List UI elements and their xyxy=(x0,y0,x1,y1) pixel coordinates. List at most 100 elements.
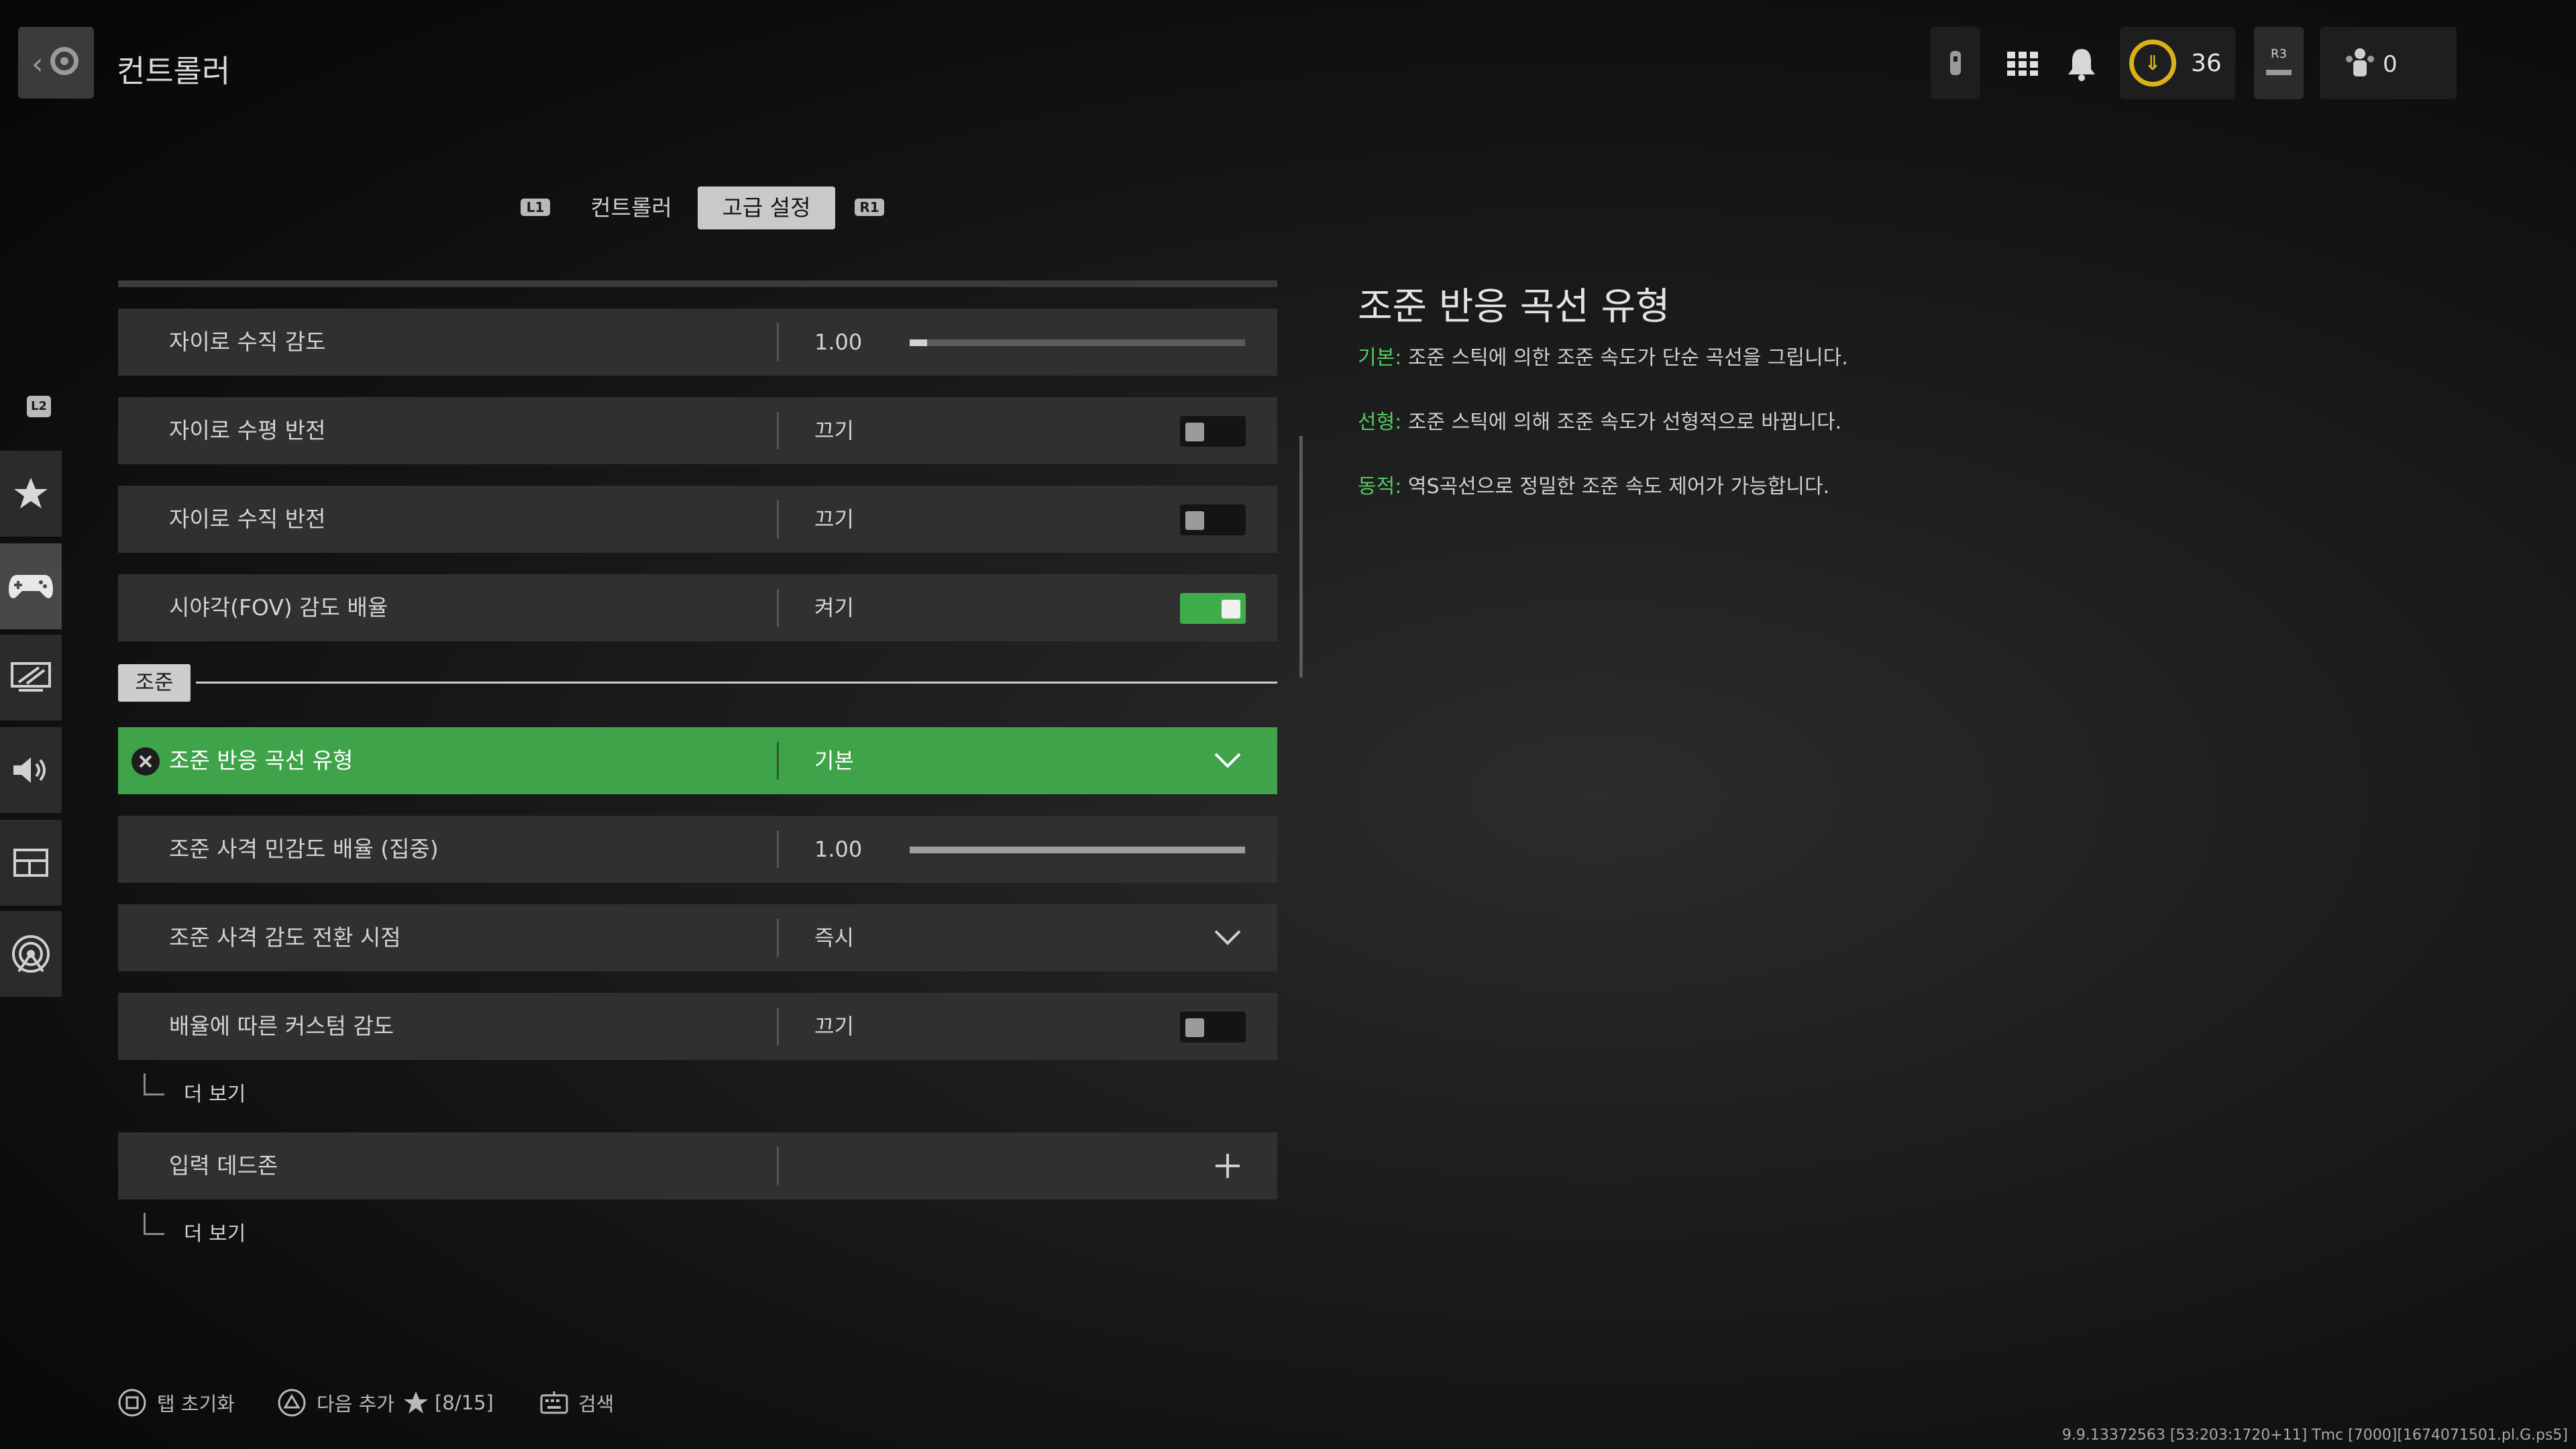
toggle-switch[interactable] xyxy=(1180,416,1246,447)
setting-row-ads-transition-timing[interactable]: 조준 사격 감도 전환 시점 즉시 xyxy=(118,904,1277,971)
section-divider xyxy=(196,682,1277,684)
tree-elbow xyxy=(144,1213,164,1235)
toggle-knob xyxy=(1222,600,1240,619)
setting-label: 입력 데드존 xyxy=(169,1152,278,1179)
description-text: 역S곡선으로 정밀한 조준 속도 제어가 가능합니다. xyxy=(1401,475,1830,498)
currency-icon: ⇓ xyxy=(2129,40,2176,87)
setting-label: 자이로 수직 반전 xyxy=(169,506,326,532)
sensitivity-slider[interactable] xyxy=(910,847,1245,853)
chevron-down-icon[interactable] xyxy=(1214,747,1241,774)
build-version: 9.9.13372563 [53:203:1720+11] Tmc [7000]… xyxy=(2061,1427,2568,1444)
setting-label: 배율에 따른 커스텀 감도 xyxy=(169,1013,394,1039)
r3-label: R3 xyxy=(2271,47,2287,61)
show-more-link[interactable]: 더 보기 xyxy=(184,1217,246,1246)
setting-value: 기본 xyxy=(814,748,854,773)
setting-row-fov-sensitivity-scaling[interactable]: 시야각(FOV) 감도 배율 켜기 xyxy=(118,574,1277,641)
l1-hint: L1 xyxy=(521,199,550,216)
setting-value: 끄기 xyxy=(814,1014,854,1039)
gyro-indicator xyxy=(1931,27,1980,99)
setting-label: 자이로 수평 반전 xyxy=(169,417,326,443)
gamepad-icon xyxy=(9,575,53,598)
setting-row-gyro-vertical-sensitivity[interactable]: 자이로 수직 감도 1.00 xyxy=(118,309,1277,376)
apps-grid-button[interactable] xyxy=(1999,40,2046,87)
slider-fill xyxy=(910,339,927,346)
sidebar-item-network[interactable] xyxy=(0,911,62,997)
setting-row-gyro-horizontal-invert[interactable]: 자이로 수평 반전 끄기 xyxy=(118,397,1277,464)
sensitivity-slider[interactable] xyxy=(910,339,1245,346)
triangle-button-icon xyxy=(278,1389,306,1417)
setting-value: 끄기 xyxy=(814,418,854,443)
tab-advanced-settings[interactable]: 고급 설정 xyxy=(698,186,835,229)
add-next-hint[interactable]: 다음 추가 [8/15] xyxy=(278,1389,494,1417)
reset-tab-hint[interactable]: 탭 초기화 xyxy=(118,1389,235,1417)
divider xyxy=(777,830,779,868)
toggle-knob xyxy=(1185,423,1204,441)
stick-bar-icon xyxy=(2266,70,2292,75)
chevron-left-icon: ‹ xyxy=(32,47,44,81)
setting-row-gyro-vertical-invert[interactable]: 자이로 수직 반전 끄기 xyxy=(118,486,1277,553)
setting-value: 끄기 xyxy=(814,506,854,532)
speaker-icon xyxy=(13,757,46,783)
star-icon xyxy=(403,1391,428,1413)
toggle-knob xyxy=(1185,1018,1204,1037)
description-line: 선형: 조준 스틱에 의해 조준 속도가 선형적으로 바뀝니다. xyxy=(1358,405,1841,435)
party-icon xyxy=(2346,48,2374,76)
toggle-knob xyxy=(1185,511,1204,530)
description-key: 기본: xyxy=(1358,346,1402,370)
search-label: 검색 xyxy=(578,1393,614,1415)
divider xyxy=(777,412,779,449)
star-icon xyxy=(14,478,48,508)
search-hint[interactable]: 검색 xyxy=(539,1389,614,1417)
toggle-switch[interactable] xyxy=(1180,1012,1246,1042)
keyboard-icon xyxy=(540,1391,568,1414)
favorites-count: [8/15] xyxy=(434,1391,494,1414)
description-line: 동적: 역S곡선으로 정밀한 조준 속도 제어가 가능합니다. xyxy=(1358,470,1829,499)
sidebar-item-controller[interactable] xyxy=(0,543,62,629)
sidebar-item-favorites[interactable] xyxy=(0,451,62,537)
grid-icon xyxy=(2007,52,2038,76)
sidebar-item-interface[interactable] xyxy=(0,820,62,906)
layout-icon xyxy=(13,849,48,877)
currency-display[interactable]: ⇓ 36 xyxy=(2120,27,2235,99)
setting-row-ads-sensitivity-multiplier[interactable]: 조준 사격 민감도 배율 (집중) 1.00 xyxy=(118,816,1277,883)
slider-fill xyxy=(910,847,1245,853)
back-button[interactable]: ‹ xyxy=(18,27,94,99)
description-line: 기본: 조준 스틱에 의한 조준 속도가 단순 곡선을 그립니다. xyxy=(1358,341,1848,370)
monitor-icon xyxy=(11,662,51,692)
setting-row-custom-zoom-sensitivity[interactable]: 배율에 따른 커스텀 감도 끄기 xyxy=(118,993,1277,1060)
section-header-aim: 조준 xyxy=(118,664,191,702)
toggle-switch[interactable] xyxy=(1180,593,1246,624)
circle-button-icon xyxy=(50,47,78,75)
tab-controller[interactable]: 컨트롤러 xyxy=(568,186,695,229)
toggle-switch[interactable] xyxy=(1180,504,1246,535)
setting-label: 시야각(FOV) 감도 배율 xyxy=(169,594,388,621)
divider xyxy=(777,1147,779,1185)
divider xyxy=(777,323,779,361)
setting-row-input-deadzone[interactable]: 입력 데드존 xyxy=(118,1132,1277,1199)
controller-mini-icon xyxy=(1950,51,1961,75)
bell-icon xyxy=(2068,49,2095,81)
description-title: 조준 반응 곡선 유형 xyxy=(1358,285,1670,329)
r3-button[interactable]: R3 xyxy=(2254,27,2304,99)
divider xyxy=(777,1008,779,1045)
sidebar-item-audio[interactable] xyxy=(0,727,62,813)
plus-icon[interactable] xyxy=(1214,1152,1241,1179)
setting-label: 조준 사격 민감도 배율 (집중) xyxy=(169,836,439,862)
divider xyxy=(777,919,779,957)
description-text: 조준 스틱에 의한 조준 속도가 단순 곡선을 그립니다. xyxy=(1401,346,1848,370)
description-key: 동적: xyxy=(1358,475,1402,498)
sidebar-item-graphics[interactable] xyxy=(0,635,62,720)
party-display[interactable]: 0 xyxy=(2320,27,2457,99)
setting-value: 1.00 xyxy=(814,837,863,862)
currency-value: 36 xyxy=(2191,50,2222,77)
setting-row-aim-response-curve[interactable]: 조준 반응 곡선 유형 기본 xyxy=(118,727,1277,794)
divider xyxy=(777,500,779,538)
scrollbar[interactable] xyxy=(1299,436,1303,678)
chevron-down-icon[interactable] xyxy=(1214,924,1241,951)
notifications-button[interactable] xyxy=(2058,40,2105,87)
description-text: 조준 스틱에 의해 조준 속도가 선형적으로 바뀝니다. xyxy=(1401,411,1842,434)
show-more-link[interactable]: 더 보기 xyxy=(184,1077,246,1107)
square-button-icon xyxy=(118,1389,146,1417)
divider xyxy=(777,742,779,780)
party-count: 0 xyxy=(2383,51,2398,78)
